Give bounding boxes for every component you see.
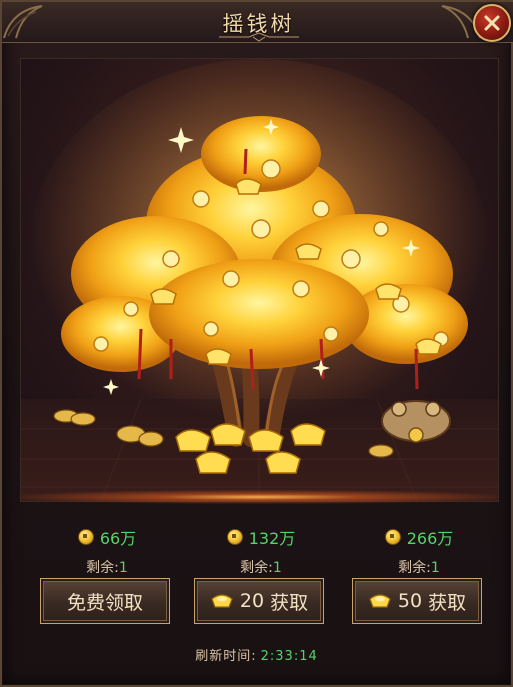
refresh-timer: 刷新时间: 2:33:14 (2, 645, 511, 664)
reward-amount: 266万 (406, 529, 454, 548)
money-tree-illustration (21, 59, 498, 501)
button-label: 免费领取 (66, 591, 143, 614)
reward-option-2: 132万 剩余:1 (196, 525, 326, 577)
free-claim-button[interactable]: 免费领取 (40, 578, 170, 624)
remain-label: 剩余: (240, 560, 273, 576)
cost-amount: 50 (397, 590, 423, 612)
cost-amount: 20 (239, 590, 265, 612)
reward-option-1: 66万 剩余:1 (42, 525, 172, 577)
button-label: 获取 (270, 591, 309, 614)
money-tree-window: 摇钱树 66万 剩余:1 132万 剩余:1 266万 剩余:1 免费领取 20… (0, 0, 513, 687)
buy-132w-button[interactable]: 20 获取 (194, 578, 324, 624)
money-toad-icon (381, 400, 451, 443)
title-ornament (218, 32, 299, 42)
button-label: 获取 (428, 591, 467, 614)
reward-amount: 66万 (99, 529, 137, 548)
gold-ingot-icon (369, 594, 391, 608)
money-tree-scene (20, 58, 499, 502)
reward-amount: 132万 (248, 529, 296, 548)
remain-count: 1 (118, 560, 128, 576)
gold-ingot-icon (211, 594, 233, 608)
refresh-time: 2:33:14 (260, 649, 318, 664)
remain-count: 1 (430, 560, 440, 576)
remain-label: 剩余: (398, 560, 431, 576)
close-icon (484, 15, 500, 31)
coin-icon (384, 529, 401, 545)
buy-266w-button[interactable]: 50 获取 (352, 578, 482, 624)
coin-icon (77, 529, 94, 545)
scene-bottom-glow (20, 490, 497, 504)
remain-count: 1 (272, 560, 282, 576)
close-button[interactable] (473, 4, 511, 42)
refresh-label: 刷新时间: (195, 649, 257, 664)
title-bar: 摇钱树 (2, 2, 513, 43)
reward-option-3: 266万 剩余:1 (354, 525, 484, 577)
coin-icon (226, 529, 243, 545)
remain-label: 剩余: (86, 560, 119, 576)
